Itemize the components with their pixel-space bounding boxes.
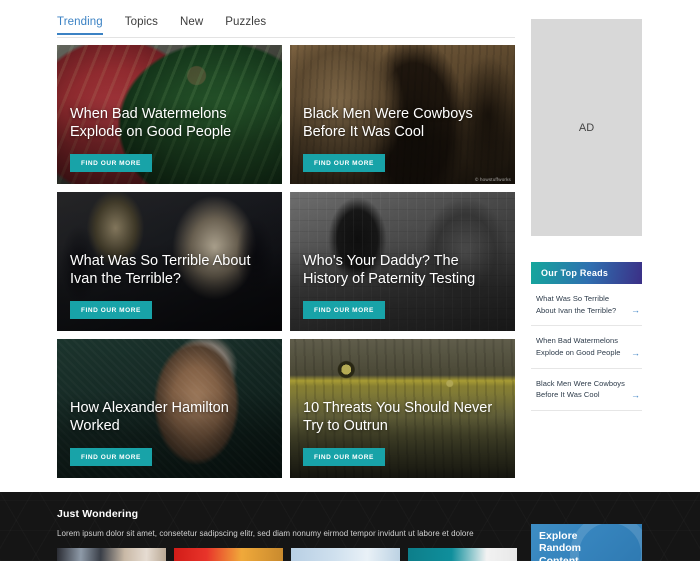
article-card-threats[interactable]: 10 Threats You Should Never Try to Outru… [290, 339, 515, 478]
card-title: 10 Threats You Should Never Try to Outru… [303, 399, 493, 435]
explore-label: Explore Random Content [531, 524, 642, 561]
arrow-right-icon: → [631, 305, 640, 316]
top-reads-heading: Our Top Reads [531, 262, 642, 284]
top-reads-item-title: When Bad Watermelons Explode on Good Peo… [536, 336, 621, 357]
card-body: Who's Your Daddy? The History of Paterni… [303, 252, 502, 319]
article-card-hamilton[interactable]: How Alexander Hamilton Worked FIND OUR M… [57, 339, 282, 478]
find-out-more-button[interactable]: FIND OUR MORE [70, 301, 152, 319]
article-card-paternity[interactable]: Who's Your Daddy? The History of Paterni… [290, 192, 515, 331]
card-body: How Alexander Hamilton Worked FIND OUR M… [70, 399, 269, 466]
top-reads-item[interactable]: What Was So Terrible About Ivan the Terr… [531, 284, 642, 327]
article-card-grid: When Bad Watermelons Explode on Good Peo… [57, 45, 515, 478]
card-body: When Bad Watermelons Explode on Good Peo… [70, 105, 269, 172]
article-card-ivan[interactable]: What Was So Terrible About Ivan the Terr… [57, 192, 282, 331]
top-reads-item-title: Black Men Were Cowboys Before It Was Coo… [536, 378, 625, 400]
image-credit: © howstuffworks [475, 177, 511, 182]
find-out-more-button[interactable]: FIND OUR MORE [70, 154, 152, 172]
find-out-more-button[interactable]: FIND OUR MORE [70, 448, 152, 466]
footer-heading: Just Wondering [57, 508, 139, 520]
explore-line-1: Explore [539, 530, 578, 542]
card-title: How Alexander Hamilton Worked [70, 399, 229, 435]
page-root: Trending Topics New Puzzles When Bad Wat… [0, 0, 700, 561]
card-title: Who's Your Daddy? The History of Paterni… [303, 252, 476, 288]
ad-slot[interactable]: AD [531, 19, 642, 236]
top-reads-item-title: What Was So Terrible About Ivan the Terr… [536, 294, 617, 315]
article-card-watermelon[interactable]: When Bad Watermelons Explode on Good Peo… [57, 45, 282, 184]
tab-puzzles[interactable]: Puzzles [225, 16, 266, 34]
tab-trending[interactable]: Trending [57, 16, 103, 35]
footer-thumbnail[interactable] [408, 548, 517, 561]
footer-thumbnail[interactable] [174, 548, 283, 561]
article-card-cowboys[interactable]: Black Men Were Cowboys Before It Was Coo… [290, 45, 515, 184]
top-reads-module: Our Top Reads What Was So Terrible About… [531, 262, 642, 411]
card-body: 10 Threats You Should Never Try to Outru… [303, 399, 502, 466]
top-reads-item[interactable]: Black Men Were Cowboys Before It Was Coo… [531, 369, 642, 411]
footer-thumbnail[interactable] [57, 548, 166, 561]
content-tabs: Trending Topics New Puzzles [57, 16, 515, 38]
arrow-right-icon: → [631, 389, 640, 400]
right-rail: AD Our Top Reads What Was So Terrible Ab… [531, 19, 642, 411]
top-reads-item[interactable]: When Bad Watermelons Explode on Good Peo… [531, 326, 642, 369]
find-out-more-button[interactable]: FIND OUR MORE [303, 448, 385, 466]
card-body: Black Men Were Cowboys Before It Was Coo… [303, 105, 502, 172]
footer-thumbnail[interactable] [291, 548, 400, 561]
card-title: What Was So Terrible About Ivan the Terr… [70, 252, 251, 288]
footer-thumbnail-strip [57, 548, 517, 561]
card-title: Black Men Were Cowboys Before It Was Coo… [303, 105, 473, 141]
tab-topics[interactable]: Topics [125, 16, 158, 34]
card-title: When Bad Watermelons Explode on Good Peo… [70, 105, 232, 141]
explore-line-3: Content [539, 554, 579, 561]
tab-new[interactable]: New [180, 16, 203, 34]
explore-random-content-card[interactable]: Explore Random Content [531, 524, 642, 561]
find-out-more-button[interactable]: FIND OUR MORE [303, 154, 385, 172]
find-out-more-button[interactable]: FIND OUR MORE [303, 301, 385, 319]
explore-line-2: Random [539, 542, 581, 555]
card-body: What Was So Terrible About Ivan the Terr… [70, 252, 269, 319]
arrow-right-icon: → [631, 347, 640, 358]
